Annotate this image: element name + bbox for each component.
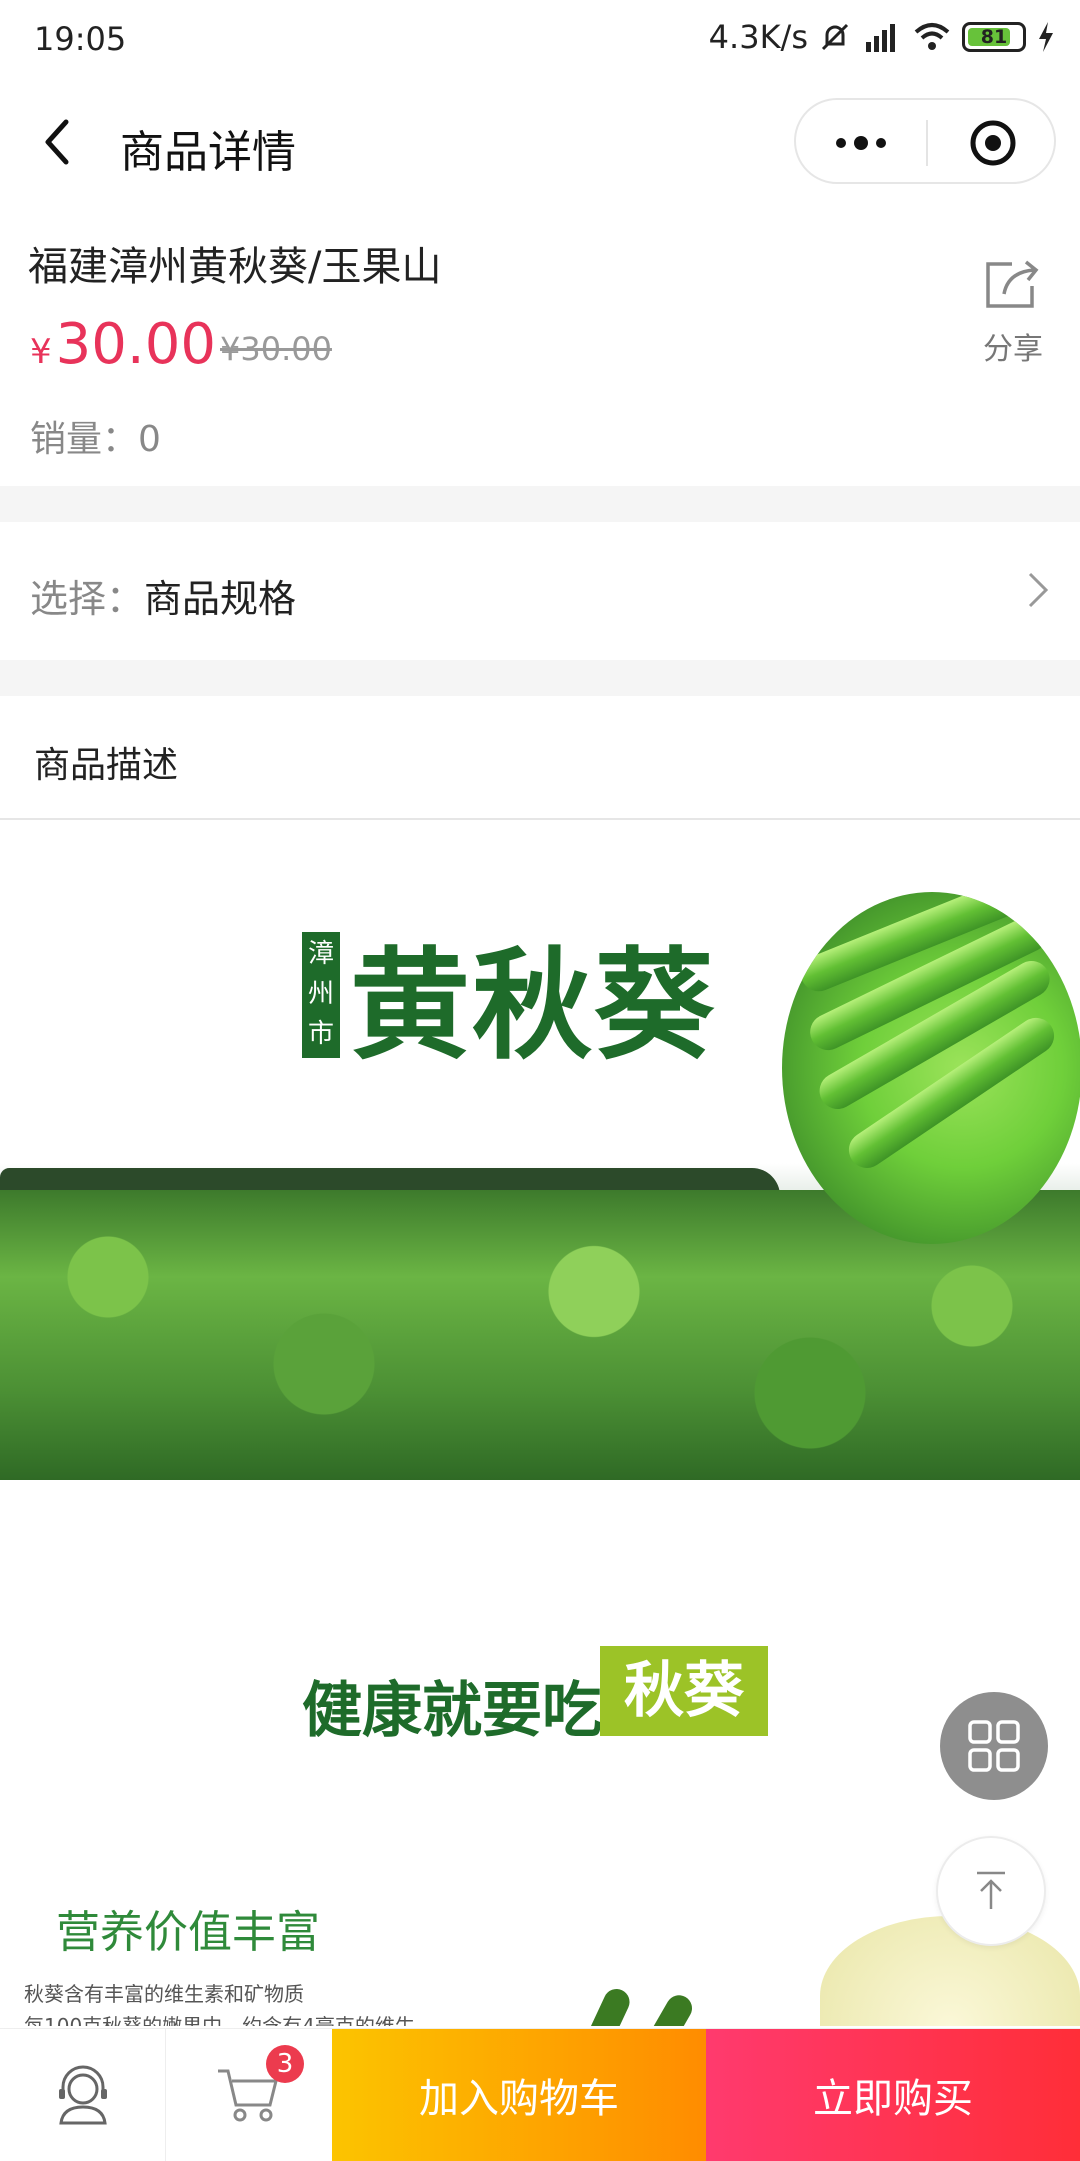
bottom-action-bar: 3 加入购物车 立即购买 (0, 2028, 1080, 2161)
section-divider (0, 660, 1080, 696)
nutrition-text: 秋葵含有丰富的维生素和矿物质 (24, 1982, 304, 2006)
mini-program-capsule (794, 98, 1056, 184)
slogan-highlight: 秋葵 (600, 1646, 768, 1736)
add-to-cart-button[interactable]: 加入购物车 (332, 2029, 706, 2161)
back-to-top-button[interactable] (936, 1836, 1046, 1946)
sales-label: 销量： (30, 419, 139, 460)
network-speed: 4.3K/s (708, 18, 808, 56)
more-button[interactable] (796, 100, 926, 186)
battery-icon: 81 (962, 22, 1026, 52)
description-title: 商品描述 (34, 745, 179, 786)
cart-button[interactable]: 3 (166, 2029, 332, 2161)
category-grid-button[interactable] (940, 1692, 1048, 1800)
sales-count: 销量：0 (30, 410, 161, 462)
target-close-icon (970, 120, 1016, 166)
okra-pod-graphic (629, 1990, 697, 2026)
currency-symbol: ¥ (30, 332, 52, 372)
banner-title: 黄秋葵 (350, 937, 716, 1076)
buy-now-button[interactable]: 立即购买 (706, 2029, 1080, 2161)
original-price: ¥30.00 (220, 330, 332, 368)
charging-icon (1039, 22, 1053, 52)
customer-service-button[interactable] (0, 2029, 166, 2161)
okra-photo (782, 892, 1080, 1244)
mute-icon (821, 23, 849, 51)
cart-badge: 3 (266, 2045, 304, 2083)
product-name: 福建漳州黄秋葵/玉果山 (28, 244, 442, 290)
grid-icon (968, 1720, 1020, 1772)
product-info-banner: 健康就要吃 秋葵 营养价值丰富 秋葵含有丰富的维生素和矿物质 每100克秋葵的嫩… (0, 1606, 1080, 2026)
share-icon (986, 260, 1039, 308)
signal-icon (866, 24, 895, 52)
chevron-right-icon (1028, 572, 1049, 608)
customer-service-icon (58, 2065, 107, 2125)
vegetable-graphic (820, 1916, 1080, 2026)
nutrition-title: 营养价值丰富 (56, 1907, 320, 1958)
share-label: 分享 (983, 332, 1043, 367)
status-icons: 4.3K/s 81 (709, 18, 1056, 56)
banner-slogan: 健康就要吃 (302, 1676, 602, 1746)
arrow-up-icon (977, 1871, 1005, 1909)
price-value: 30.00 (55, 312, 216, 377)
spec-selector[interactable]: 选择： 商品规格 (0, 522, 1080, 660)
wifi-icon (914, 23, 950, 50)
spec-value: 商品规格 (144, 577, 297, 621)
nav-bar: 商品详情 (0, 76, 1080, 206)
more-dots-icon (836, 136, 886, 150)
status-bar: 19:05 4.3K/s 81 (0, 0, 1080, 76)
spec-label: 选择： (30, 577, 145, 621)
sales-value: 0 (138, 419, 161, 460)
back-icon[interactable] (38, 112, 78, 172)
close-mini-program-button[interactable] (928, 100, 1058, 186)
product-price: ¥30.00 (30, 312, 216, 377)
battery-level: 81 (980, 26, 1008, 48)
nutrition-text: 每100克秋葵的嫩果中，约含有4毫克的维生 (24, 2014, 415, 2026)
city-label: 漳州市 (302, 932, 340, 1058)
page-title: 商品详情 (120, 127, 296, 178)
section-divider (0, 486, 1080, 522)
status-time: 19:05 (34, 20, 127, 58)
share-button[interactable]: 分享 (968, 256, 1058, 368)
product-image-banner: 漳州市 黄秋葵 (0, 820, 1080, 1480)
okra-pod-graphic (572, 1984, 634, 2026)
